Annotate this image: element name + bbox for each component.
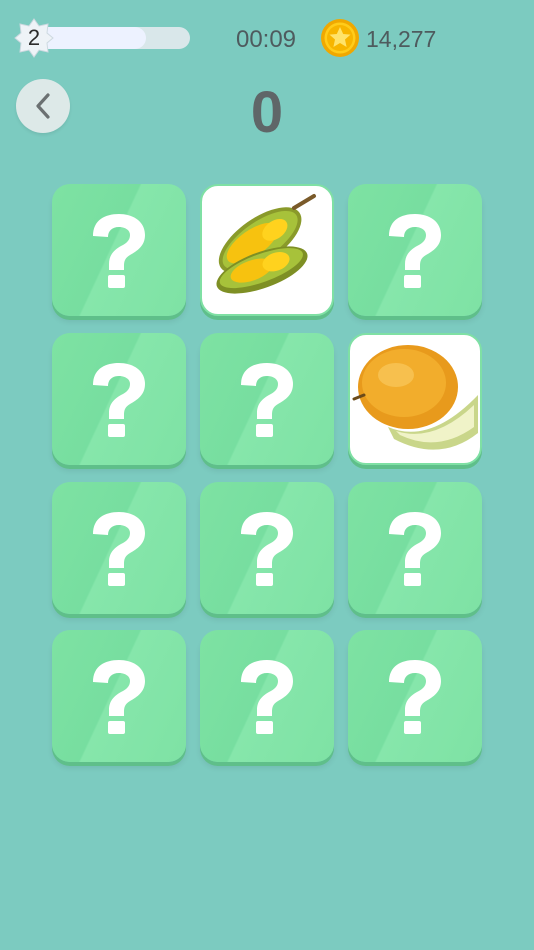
- card-hidden[interactable]: [200, 482, 334, 614]
- card-hidden[interactable]: [52, 333, 186, 465]
- coin-star-icon: [320, 18, 360, 58]
- question-mark-icon: [93, 214, 145, 288]
- question-mark-icon: [389, 512, 441, 586]
- chevron-left-icon: [36, 93, 50, 119]
- card-hidden[interactable]: [348, 482, 482, 614]
- card-hidden[interactable]: [52, 482, 186, 614]
- question-mark-icon: [241, 660, 293, 734]
- card-hidden[interactable]: [200, 630, 334, 762]
- score: 0: [250, 80, 284, 145]
- level-indicator: 2: [14, 18, 190, 58]
- question-mark-icon: [93, 660, 145, 734]
- coin-count: 14,277: [366, 26, 437, 52]
- question-mark-icon: [241, 363, 293, 437]
- level-number: 2: [27, 25, 41, 50]
- question-mark-icon: [389, 660, 441, 734]
- timer: 00:09: [235, 26, 297, 53]
- question-mark-icon: [93, 512, 145, 586]
- card-hidden[interactable]: [348, 184, 482, 316]
- card-revealed-cantaloupe[interactable]: [348, 333, 482, 465]
- question-mark-icon: [389, 214, 441, 288]
- star-badge-icon: 2: [14, 18, 54, 58]
- card-hidden[interactable]: [200, 333, 334, 465]
- card-revealed-durian[interactable]: [200, 184, 334, 316]
- card-hidden[interactable]: [52, 184, 186, 316]
- question-mark-icon: [93, 363, 145, 437]
- question-mark-icon: [241, 512, 293, 586]
- level-progress-bar: [34, 27, 190, 49]
- back-button[interactable]: [16, 79, 70, 133]
- card-hidden[interactable]: [348, 630, 482, 762]
- card-hidden[interactable]: [52, 630, 186, 762]
